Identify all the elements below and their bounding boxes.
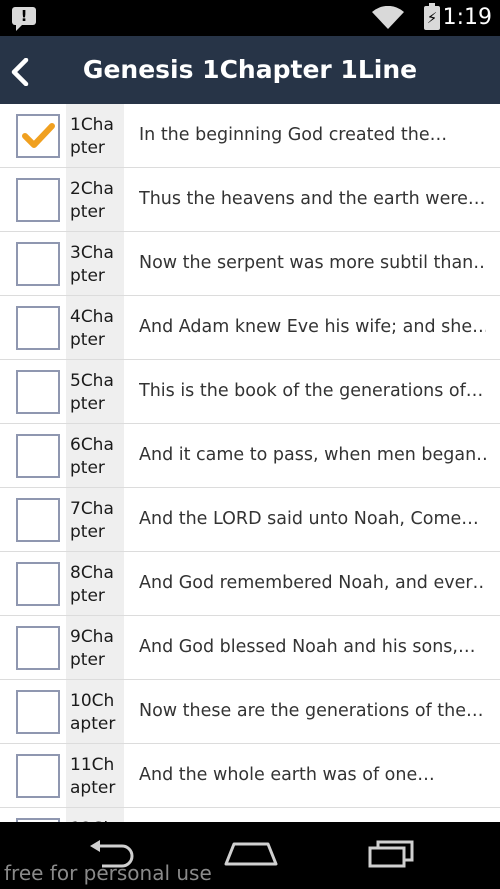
- notification-icon: !: [12, 7, 36, 31]
- verse-preview: Now the serpent was more subtil than…: [139, 253, 486, 273]
- list-item[interactable]: 3Chapter Now the serpent was more subtil …: [0, 232, 500, 296]
- verse-preview: In the beginning God created the…: [139, 125, 448, 145]
- list-item[interactable]: 6Chapter And it came to pass, when men be…: [0, 424, 500, 488]
- row-checkbox[interactable]: [16, 690, 60, 734]
- status-time: 1:19: [442, 5, 492, 30]
- chapter-label: 7Chapter: [66, 488, 124, 551]
- list-item[interactable]: 7Chapter And the LORD said unto Noah, Com…: [0, 488, 500, 552]
- navigation-bar: free for personal use: [0, 822, 500, 889]
- chapter-label: 11Chapter: [66, 744, 124, 807]
- row-checkbox[interactable]: [16, 562, 60, 606]
- chapter-label: 6Chapter: [66, 424, 124, 487]
- chapter-label: 5Chapter: [66, 360, 124, 423]
- chapter-label: 4Chapter: [66, 296, 124, 359]
- chapter-label: 9Chapter: [66, 616, 124, 679]
- status-bar: ! ⚡ 1:19: [0, 0, 500, 36]
- chapter-label: 8Chapter: [66, 552, 124, 615]
- list-item[interactable]: 12Chapter: [0, 808, 500, 822]
- row-checkbox[interactable]: [16, 754, 60, 798]
- chapter-label: 12Chapter: [66, 808, 124, 822]
- verse-preview: And it came to pass, when men began…: [139, 445, 486, 465]
- row-checkbox[interactable]: [16, 242, 60, 286]
- battery-charging-icon: ⚡: [424, 3, 440, 30]
- row-checkbox[interactable]: [16, 498, 60, 542]
- row-checkbox[interactable]: [16, 114, 60, 158]
- verse-preview: [139, 808, 486, 822]
- list-item[interactable]: 4Chapter And Adam knew Eve his wife; and …: [0, 296, 500, 360]
- list-item[interactable]: 2Chapter Thus the heavens and the earth w…: [0, 168, 500, 232]
- verse-preview: This is the book of the generations of…: [139, 381, 484, 401]
- chapter-list[interactable]: 1Chapter In the beginning God created the…: [0, 104, 500, 822]
- list-item[interactable]: 11Chapter And the whole earth was of one…: [0, 744, 500, 808]
- verse-preview: Now these are the generations of the…: [139, 701, 484, 721]
- verse-preview: And the whole earth was of one…: [139, 765, 435, 785]
- row-checkbox[interactable]: [16, 626, 60, 670]
- list-item[interactable]: 1Chapter In the beginning God created the…: [0, 104, 500, 168]
- list-item[interactable]: 10Chapter Now these are the generations o…: [0, 680, 500, 744]
- chapter-label: 2Chapter: [66, 168, 124, 231]
- list-item[interactable]: 5Chapter This is the book of the generati…: [0, 360, 500, 424]
- verse-preview: And the LORD said unto Noah, Come…: [139, 509, 479, 529]
- list-item[interactable]: 8Chapter And God remembered Noah, and eve…: [0, 552, 500, 616]
- action-bar: Genesis 1Chapter 1Line: [0, 36, 500, 104]
- verse-preview: And Adam knew Eve his wife; and she…: [139, 317, 486, 337]
- row-checkbox[interactable]: [16, 434, 60, 478]
- watermark-text: free for personal use: [4, 861, 212, 885]
- row-checkbox[interactable]: [16, 178, 60, 222]
- verse-preview: And God remembered Noah, and ever…: [139, 573, 486, 593]
- chapter-label: 1Chapter: [66, 104, 124, 167]
- row-checkbox[interactable]: [16, 370, 60, 414]
- wifi-icon: [372, 6, 404, 29]
- chapter-label: 10Chapter: [66, 680, 124, 743]
- verse-preview: Thus the heavens and the earth were…: [139, 189, 486, 209]
- checkmark-icon: [22, 123, 55, 148]
- home-nav-icon[interactable]: [224, 838, 278, 868]
- page-title: Genesis 1Chapter 1Line: [82, 55, 418, 84]
- list-item[interactable]: 9Chapter And God blessed Noah and his son…: [0, 616, 500, 680]
- row-checkbox[interactable]: [16, 306, 60, 350]
- recents-nav-icon[interactable]: [366, 838, 416, 868]
- verse-preview: And God blessed Noah and his sons,…: [139, 637, 476, 657]
- chapter-label: 3Chapter: [66, 232, 124, 295]
